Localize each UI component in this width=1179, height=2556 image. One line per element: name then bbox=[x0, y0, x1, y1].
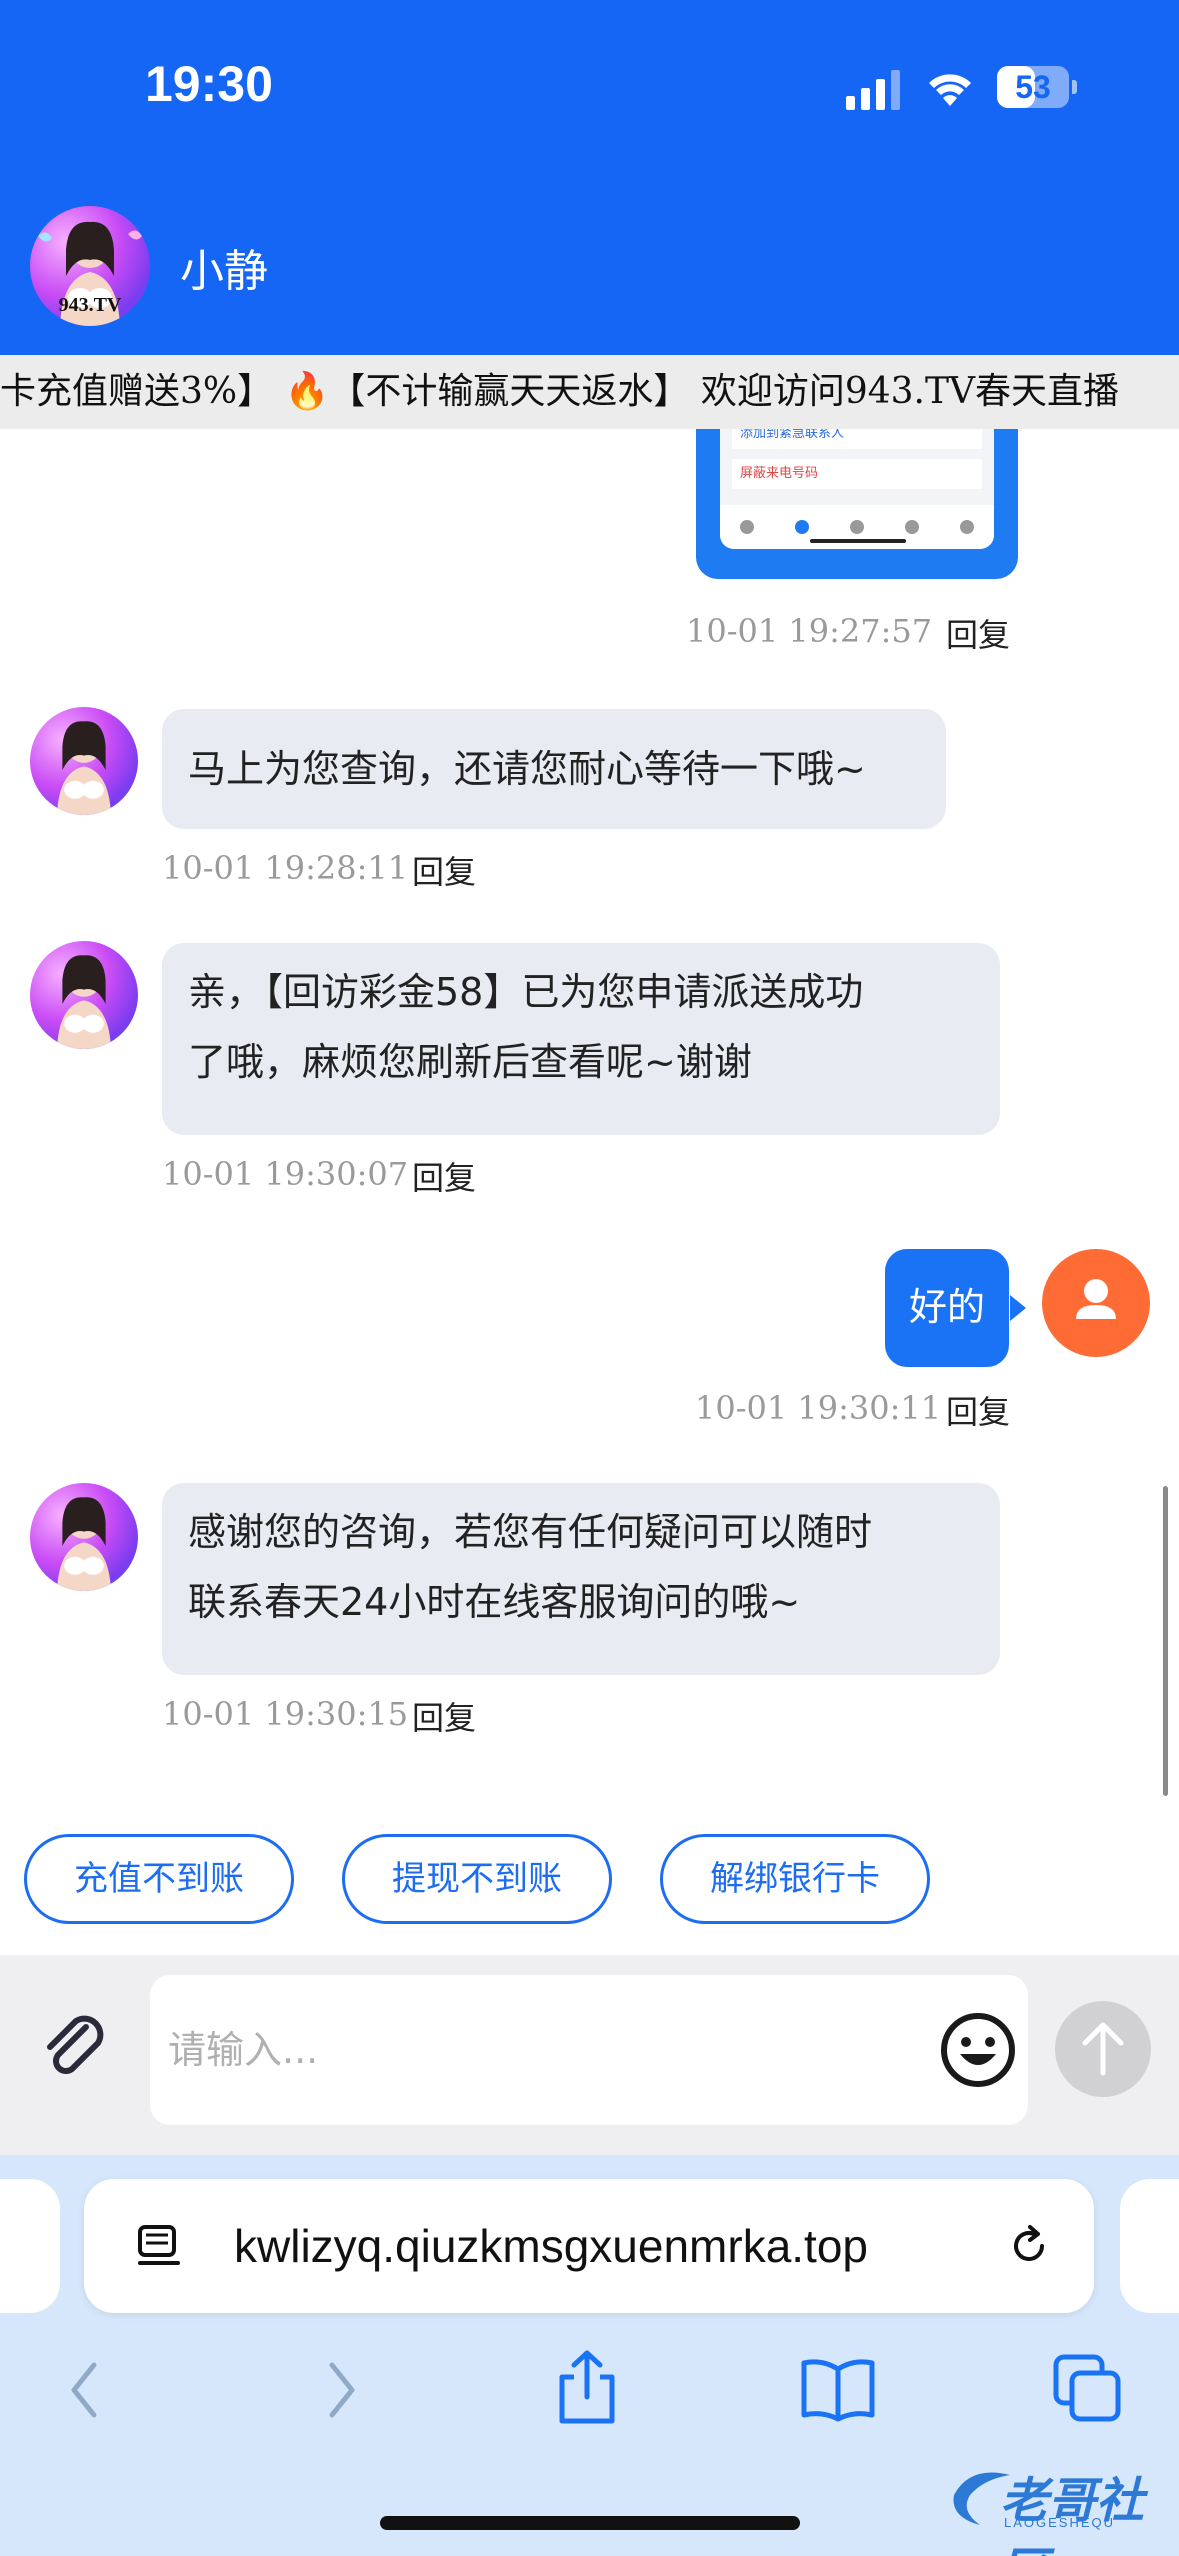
agent-avatar[interactable] bbox=[30, 941, 138, 1049]
arrow-up-icon bbox=[1082, 2022, 1124, 2076]
message-text: 好的 bbox=[909, 1285, 986, 1329]
quick-replies: 充值不到账 提现不到账 解绑银行卡 bbox=[0, 1800, 1179, 1955]
status-time: 19:30 bbox=[145, 56, 273, 112]
paperclip-icon[interactable] bbox=[34, 2005, 114, 2085]
back-icon[interactable] bbox=[60, 2355, 110, 2425]
message-time: 10-01 19:30:15 bbox=[162, 1695, 409, 1733]
message-line: 联系春天24小时在线客服询问的哦~ bbox=[188, 1580, 801, 1624]
avatar-caption: 943.TV bbox=[58, 294, 122, 316]
address-bar[interactable]: kwlizyq.qiuzkmsgxuenmrka.top bbox=[84, 2179, 1094, 2313]
agent-message-bubble: 感谢您的咨询，若您有任何疑问可以随时 联系春天24小时在线客服询问的哦~ bbox=[162, 1483, 1000, 1675]
my-message-bubble: 好的 bbox=[885, 1249, 1010, 1367]
bookmarks-icon[interactable] bbox=[798, 2355, 878, 2425]
marquee-text: 卡充值赠送3%】 🔥【不计输赢天天返水】 欢迎访问943.TV春天直播 bbox=[0, 371, 1119, 412]
send-button[interactable] bbox=[1055, 2001, 1151, 2097]
emoji-icon[interactable] bbox=[938, 2010, 1018, 2090]
url-text: kwlizyq.qiuzkmsgxuenmrka.top bbox=[234, 2220, 869, 2272]
announcement-marquee: 卡充值赠送3%】 🔥【不计输赢天天返水】 欢迎访问943.TV春天直播 bbox=[0, 355, 1179, 429]
message-time: 10-01 19:30:11 bbox=[695, 1389, 942, 1427]
reply-button[interactable]: 回复 bbox=[946, 1387, 1010, 1433]
message-input-box[interactable] bbox=[150, 1975, 1028, 2125]
battery-icon: 53 bbox=[997, 66, 1077, 108]
agent-avatar[interactable] bbox=[30, 1483, 138, 1591]
chat-header: 19:30 53 943.TV 小静 bbox=[0, 0, 1179, 355]
message-text: 马上为您查询，还请您耐心等待一下哦~ bbox=[188, 747, 866, 791]
reload-icon[interactable] bbox=[1004, 2221, 1054, 2271]
battery-level: 53 bbox=[1015, 69, 1051, 105]
previous-tab-peek[interactable] bbox=[0, 2179, 60, 2313]
wifi-icon bbox=[928, 68, 972, 108]
watermark-subtext: LAOGESHEQU bbox=[1004, 2515, 1116, 2530]
message-input[interactable] bbox=[168, 2020, 888, 2080]
page-menu-icon[interactable] bbox=[134, 2221, 184, 2271]
reply-button[interactable]: 回复 bbox=[412, 847, 476, 893]
agent-avatar[interactable] bbox=[30, 707, 138, 815]
message-line: 亲，【回访彩金58】已为您申请派送成功 bbox=[188, 970, 864, 1014]
next-tab-peek[interactable] bbox=[1120, 2179, 1179, 2313]
agent-message-bubble: 亲，【回访彩金58】已为您申请派送成功 了哦，麻烦您刷新后查看呢~谢谢 bbox=[162, 943, 1000, 1135]
message-time: 10-01 19:27:57 bbox=[686, 612, 933, 650]
message-time: 10-01 19:30:07 bbox=[162, 1155, 409, 1193]
reply-button[interactable]: 回复 bbox=[946, 610, 1010, 656]
share-icon[interactable] bbox=[552, 2347, 622, 2427]
reply-button[interactable]: 回复 bbox=[412, 1693, 476, 1739]
quick-reply-unbind-card[interactable]: 解绑银行卡 bbox=[660, 1834, 930, 1924]
image-row-text: 添加到紧急联系人 bbox=[732, 429, 982, 449]
chat-scrollbar[interactable] bbox=[1163, 1486, 1168, 1796]
home-indicator[interactable] bbox=[380, 2516, 800, 2530]
agent-message-bubble: 马上为您查询，还请您耐心等待一下哦~ bbox=[162, 709, 946, 829]
message-input-bar bbox=[0, 1955, 1179, 2155]
message-line: 感谢您的咨询，若您有任何疑问可以随时 bbox=[188, 1510, 873, 1554]
image-row-text: 屏蔽来电号码 bbox=[732, 459, 982, 489]
cellular-signal-icon bbox=[846, 70, 906, 110]
quick-reply-withdraw[interactable]: 提现不到账 bbox=[342, 1834, 612, 1924]
agent-avatar[interactable]: 943.TV bbox=[30, 206, 150, 326]
user-icon bbox=[1076, 1279, 1116, 1319]
chat-messages[interactable]: 添加到紧急联系人 屏蔽来电号码 10-01 19:27:57 回复 马上为您查询… bbox=[0, 429, 1179, 1799]
agent-name: 小静 bbox=[180, 246, 268, 297]
watermark-text: 老哥社区 bbox=[1000, 2475, 1145, 2556]
reply-button[interactable]: 回复 bbox=[412, 1153, 476, 1199]
forward-icon[interactable] bbox=[316, 2355, 366, 2425]
site-watermark-logo: 老哥社区 LAOGESHEQU bbox=[940, 2455, 1170, 2556]
user-avatar[interactable] bbox=[1042, 1249, 1150, 1357]
message-time: 10-01 19:28:11 bbox=[162, 849, 409, 887]
image-message[interactable]: 添加到紧急联系人 屏蔽来电号码 bbox=[696, 429, 1018, 579]
quick-reply-deposit[interactable]: 充值不到账 bbox=[24, 1834, 294, 1924]
tabs-icon[interactable] bbox=[1050, 2351, 1126, 2427]
message-line: 了哦，麻烦您刷新后查看呢~谢谢 bbox=[188, 1040, 752, 1084]
